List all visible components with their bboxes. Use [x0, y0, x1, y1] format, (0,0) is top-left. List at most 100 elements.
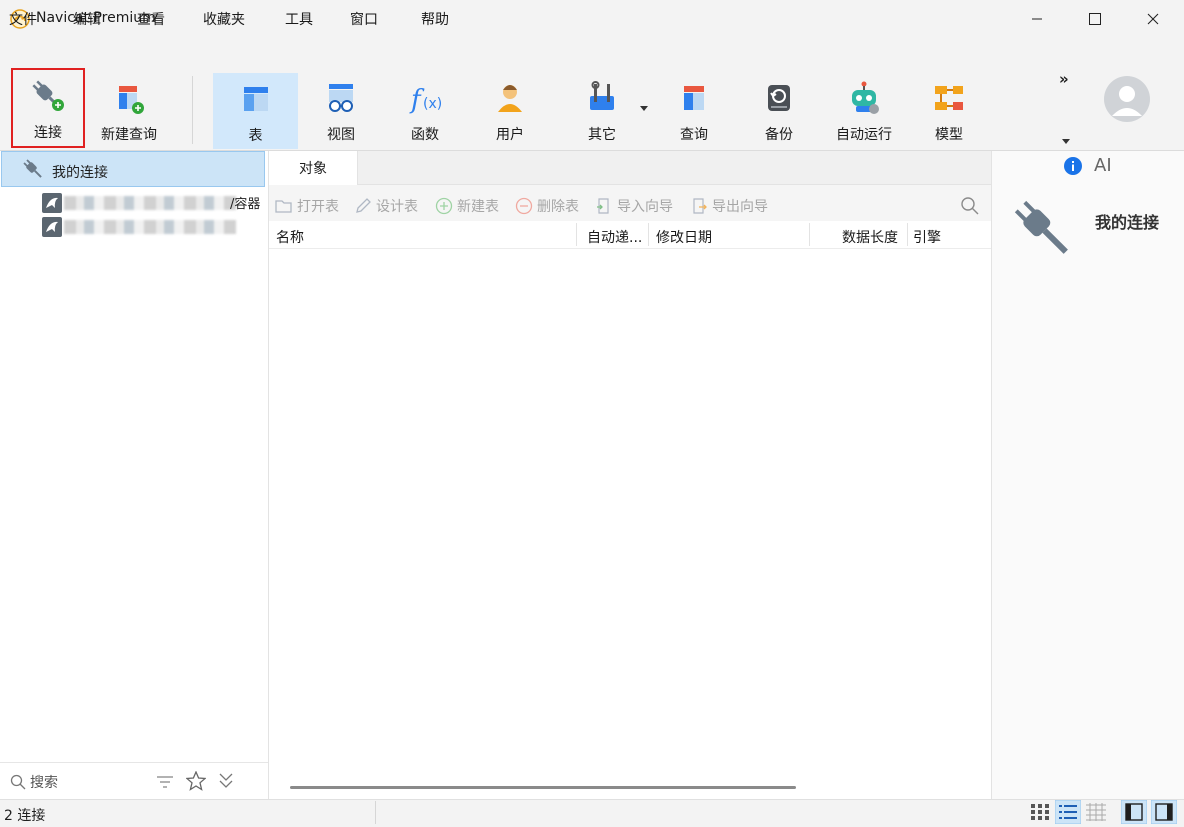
model-icon: [935, 86, 963, 110]
minimize-icon: [1032, 18, 1042, 20]
table-label: 表: [248, 128, 263, 144]
user-icon: [498, 85, 522, 112]
info-connection-title: 我的连接: [1095, 213, 1160, 232]
robot-icon: [852, 81, 879, 114]
redacted-connection-name: [64, 196, 236, 210]
connection-tree-pane: 我的连接 /容器: [0, 151, 269, 799]
export-wizard-button[interactable]: 导出向导: [690, 196, 768, 216]
mysql-dolphin-icon: [42, 193, 62, 213]
backup-icon: [768, 85, 790, 111]
close-icon: [1147, 13, 1159, 25]
open-table-button[interactable]: 打开表: [275, 196, 339, 216]
connect-label: 连接: [34, 125, 62, 141]
query-icon: [684, 86, 704, 110]
info-icon[interactable]: [1063, 156, 1083, 176]
menu-bar: [0, 38, 1184, 72]
toolbar-more-button[interactable]: »: [1059, 70, 1069, 88]
search-icon: [10, 774, 26, 790]
maximize-button[interactable]: [1066, 0, 1124, 38]
column-name[interactable]: 名称: [276, 227, 304, 247]
svg-text:(x): (x): [423, 96, 442, 112]
user-button[interactable]: 用户: [471, 72, 549, 148]
column-engine[interactable]: 引擎: [913, 227, 941, 247]
horizontal-scrollbar[interactable]: [290, 786, 796, 789]
view-button[interactable]: 视图: [302, 72, 380, 148]
toggle-left-pane-icon[interactable]: [1121, 800, 1147, 824]
toolbar-overflow-icon[interactable]: [1062, 139, 1070, 145]
tree-connection-item[interactable]: [42, 217, 264, 239]
close-window-button[interactable]: [1124, 0, 1182, 38]
column-divider[interactable]: [576, 223, 577, 246]
plug-add-icon: [32, 80, 64, 111]
list-view-icon[interactable]: [1055, 800, 1081, 824]
model-button[interactable]: 模型: [910, 72, 988, 148]
new-query-label: 新建查询: [101, 127, 157, 143]
status-bar: [0, 799, 1184, 827]
column-modified-date[interactable]: 修改日期: [656, 227, 712, 247]
query-label: 查询: [680, 127, 708, 143]
table-icon: [243, 87, 268, 111]
ai-tab[interactable]: AI: [1094, 155, 1112, 176]
tree-search-bar: 搜索: [0, 762, 268, 801]
export-icon: [693, 198, 707, 214]
view-glasses-icon: [329, 84, 353, 112]
menu-tools[interactable]: 工具: [285, 9, 313, 29]
pencil-icon: [356, 198, 371, 213]
plus-circle-icon: [435, 197, 453, 215]
collapse-icon[interactable]: [218, 772, 234, 790]
model-label: 模型: [935, 127, 963, 143]
toolbar-separator: [192, 76, 193, 144]
function-fx-icon: f (x): [409, 85, 442, 115]
menu-view[interactable]: 查看: [137, 9, 165, 29]
avatar[interactable]: [1104, 76, 1150, 122]
menu-edit[interactable]: 编辑: [73, 9, 101, 29]
other-button[interactable]: 其它: [563, 72, 641, 148]
column-auto-increment[interactable]: 自动递...: [587, 227, 642, 247]
automation-label: 自动运行: [836, 127, 892, 143]
other-label: 其它: [588, 127, 616, 143]
minimize-button[interactable]: [1008, 0, 1066, 38]
automation-button[interactable]: 自动运行: [824, 72, 904, 148]
column-divider[interactable]: [648, 223, 649, 246]
tab-objects-label: 对象: [299, 161, 327, 177]
star-icon[interactable]: [186, 771, 206, 791]
tree-root-label: 我的连接: [52, 165, 108, 181]
new-query-icon: [119, 86, 144, 114]
menu-file[interactable]: 文件: [9, 9, 37, 29]
delete-table-button[interactable]: 删除表: [515, 196, 579, 216]
menu-help[interactable]: 帮助: [421, 9, 449, 29]
backup-label: 备份: [765, 127, 793, 143]
mysql-dolphin-icon: [42, 217, 62, 237]
tree-connection-item[interactable]: /容器: [42, 193, 264, 215]
detail-view-icon[interactable]: [1085, 802, 1107, 822]
backup-button[interactable]: 备份: [740, 72, 818, 148]
column-data-length[interactable]: 数据长度: [842, 227, 898, 247]
menu-favorites[interactable]: 收藏夹: [203, 9, 245, 29]
search-input[interactable]: 搜索: [30, 772, 58, 792]
query-button[interactable]: 查询: [655, 72, 733, 148]
table-button[interactable]: 表: [213, 73, 298, 149]
column-divider[interactable]: [809, 223, 810, 246]
function-button[interactable]: f (x) 函数: [386, 72, 464, 148]
function-label: 函数: [411, 127, 439, 143]
object-search-icon[interactable]: [960, 196, 980, 216]
filter-icon[interactable]: [156, 774, 174, 790]
tab-objects[interactable]: 对象: [269, 151, 358, 185]
toggle-right-pane-icon[interactable]: [1151, 800, 1177, 824]
redacted-connection-name: [64, 220, 236, 234]
new-table-button[interactable]: 新建表: [435, 196, 499, 216]
menu-window[interactable]: 窗口: [350, 9, 378, 29]
grid-view-icon[interactable]: [1029, 802, 1051, 822]
import-wizard-button[interactable]: 导入向导: [595, 196, 673, 216]
user-label: 用户: [496, 127, 524, 143]
design-table-button[interactable]: 设计表: [354, 196, 418, 216]
other-dropdown-icon[interactable]: [640, 106, 648, 112]
title-bar: [0, 0, 1184, 38]
connection-plug-large-icon: [1014, 200, 1068, 254]
tab-strip: [269, 151, 991, 185]
connection-plug-icon: [23, 159, 42, 178]
connect-button[interactable]: 连接: [11, 68, 85, 148]
maximize-icon: [1089, 13, 1101, 25]
column-divider[interactable]: [907, 223, 908, 246]
new-query-button[interactable]: 新建查询: [92, 72, 166, 148]
